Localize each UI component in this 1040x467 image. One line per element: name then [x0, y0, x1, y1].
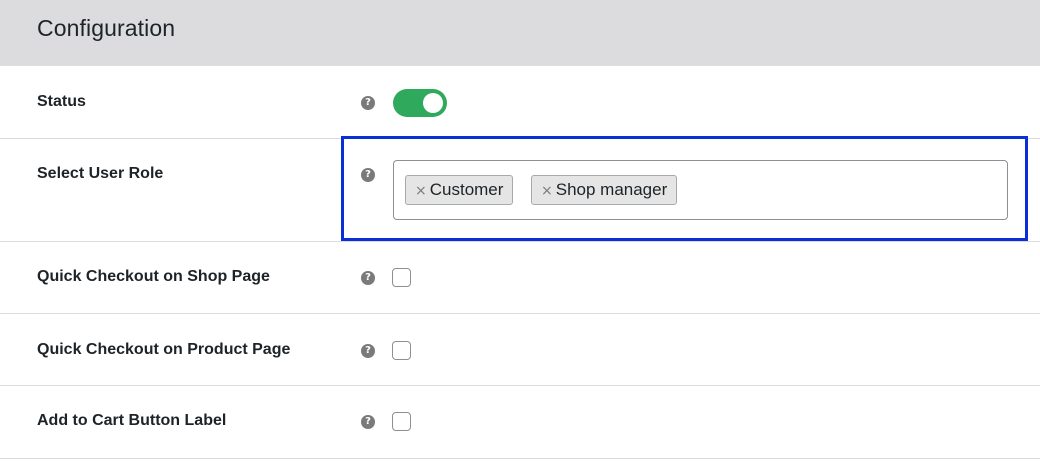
role-tag-label: Shop manager: [555, 180, 668, 199]
row-label-status: Status: [37, 93, 86, 110]
quick-checkout-shop-checkbox[interactable]: [392, 268, 411, 287]
user-role-multiselect[interactable]: × Customer × Shop manager: [393, 160, 1008, 220]
panel-title: Configuration: [37, 15, 176, 41]
row-status: Status: [0, 66, 1040, 139]
row-label-quick-checkout-product: Quick Checkout on Product Page: [37, 341, 291, 358]
add-to-cart-label-checkbox[interactable]: [392, 412, 411, 431]
row-label-add-to-cart: Add to Cart Button Label: [37, 412, 227, 429]
panel-header: Configuration: [0, 0, 1040, 66]
status-toggle[interactable]: [393, 89, 447, 117]
row-quick-checkout-shop: Quick Checkout on Shop Page: [0, 242, 1040, 314]
role-tag-customer: × Customer: [405, 175, 514, 205]
help-icon[interactable]: ?: [361, 415, 375, 429]
quick-checkout-product-checkbox[interactable]: [392, 341, 411, 360]
help-icon[interactable]: ?: [361, 344, 375, 358]
help-icon[interactable]: ?: [361, 96, 375, 110]
row-label-select-user-role: Select User Role: [37, 165, 164, 182]
row-add-to-cart-label: Add to Cart Button Label: [0, 386, 1040, 459]
remove-x-icon[interactable]: ×: [415, 183, 427, 199]
row-quick-checkout-product: Quick Checkout on Product Page: [0, 314, 1040, 386]
row-label-quick-checkout-shop: Quick Checkout on Shop Page: [37, 268, 270, 285]
role-tag-label: Customer: [429, 180, 504, 199]
remove-x-icon[interactable]: ×: [541, 183, 553, 199]
help-icon[interactable]: ?: [361, 271, 375, 285]
role-tag-shop-manager: × Shop manager: [531, 175, 678, 205]
toggle-knob: [423, 93, 443, 113]
